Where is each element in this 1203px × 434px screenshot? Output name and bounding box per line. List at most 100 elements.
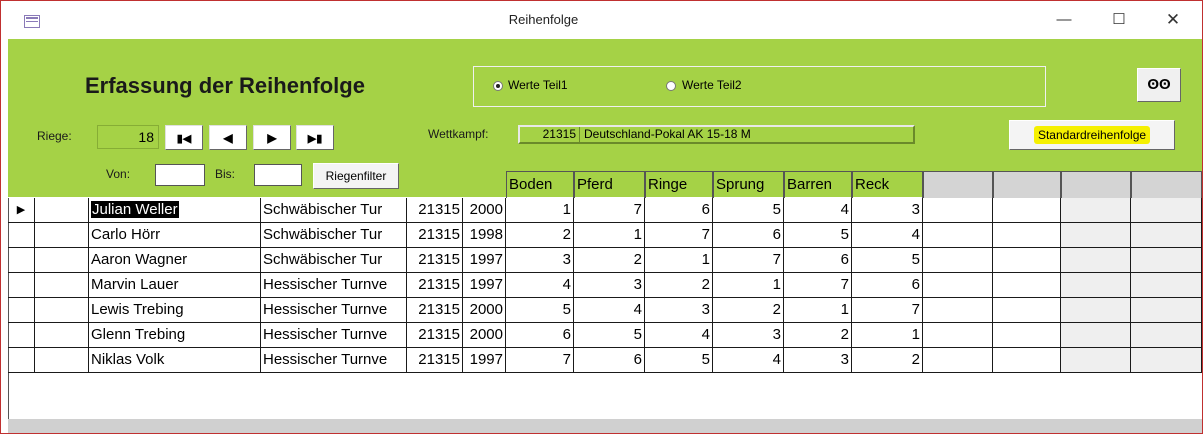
table-row[interactable]: Niklas Volk Hessischer Turnve 21315 1997 7 6 5… (8, 348, 1202, 373)
table-cell[interactable] (1131, 223, 1202, 248)
table-cell[interactable] (1061, 223, 1131, 248)
cell-wettkampf[interactable]: 21315 (407, 348, 463, 373)
table-cell[interactable] (1061, 323, 1131, 348)
radio-werte-teil1[interactable] (493, 81, 503, 91)
table-cell[interactable] (923, 298, 993, 323)
table-cell[interactable] (923, 348, 993, 373)
table-cell[interactable] (1131, 248, 1202, 273)
cell-name[interactable]: Niklas Volk (89, 348, 261, 373)
table-cell[interactable] (35, 273, 89, 298)
cell-sprung[interactable]: 1 (713, 273, 784, 298)
record-selector[interactable] (8, 248, 35, 273)
cell-boden[interactable]: 3 (506, 248, 574, 273)
cell-name[interactable]: Marvin Lauer (89, 273, 261, 298)
cell-year[interactable]: 2000 (463, 323, 506, 348)
cell-year[interactable]: 1997 (463, 273, 506, 298)
search-button[interactable]: ʘʘ (1137, 68, 1181, 102)
cell-barren[interactable]: 6 (784, 248, 852, 273)
cell-ringe[interactable]: 2 (645, 273, 713, 298)
table-cell[interactable] (1061, 348, 1131, 373)
cell-name[interactable]: Lewis Trebing (89, 298, 261, 323)
cell-pferd[interactable]: 6 (574, 348, 645, 373)
cell-pferd[interactable]: 2 (574, 248, 645, 273)
table-cell[interactable] (1131, 348, 1202, 373)
cell-club[interactable]: Hessischer Turnve (261, 273, 407, 298)
previous-record-button[interactable]: ◀ (209, 125, 247, 150)
cell-reck[interactable]: 4 (852, 223, 923, 248)
cell-sprung[interactable]: 2 (713, 298, 784, 323)
standardreihenfolge-button[interactable]: Standardreihenfolge (1009, 120, 1175, 150)
cell-sprung[interactable]: 7 (713, 248, 784, 273)
table-cell[interactable] (1061, 198, 1131, 223)
minimize-button[interactable]: — (1044, 9, 1084, 31)
table-cell[interactable] (923, 273, 993, 298)
table-row[interactable]: Carlo Hörr Schwäbischer Tur 21315 1998 2 1 7 6 5… (8, 223, 1202, 248)
cell-ringe[interactable]: 7 (645, 223, 713, 248)
table-cell[interactable] (923, 223, 993, 248)
riegenfilter-button[interactable]: Riegenfilter (313, 163, 399, 189)
cell-ringe[interactable]: 6 (645, 198, 713, 223)
cell-wettkampf[interactable]: 21315 (407, 298, 463, 323)
table-cell[interactable] (993, 348, 1061, 373)
cell-pferd[interactable]: 3 (574, 273, 645, 298)
cell-sprung[interactable]: 6 (713, 223, 784, 248)
cell-year[interactable]: 1997 (463, 348, 506, 373)
cell-pferd[interactable]: 4 (574, 298, 645, 323)
record-selector[interactable] (8, 348, 35, 373)
table-cell[interactable] (1061, 248, 1131, 273)
cell-sprung[interactable]: 4 (713, 348, 784, 373)
cell-barren[interactable]: 2 (784, 323, 852, 348)
cell-club[interactable]: Schwäbischer Tur (261, 248, 407, 273)
cell-reck[interactable]: 6 (852, 273, 923, 298)
table-cell[interactable] (35, 248, 89, 273)
cell-name[interactable]: Carlo Hörr (89, 223, 261, 248)
cell-club[interactable]: Hessischer Turnve (261, 298, 407, 323)
von-input[interactable] (155, 164, 205, 186)
column-header-ringe[interactable]: Ringe (645, 171, 713, 198)
cell-club[interactable]: Hessischer Turnve (261, 323, 407, 348)
table-row[interactable]: Marvin Lauer Hessischer Turnve 21315 1997 4 3… (8, 273, 1202, 298)
table-row[interactable]: Aaron Wagner Schwäbischer Tur 21315 1997 3 2 1… (8, 248, 1202, 273)
cell-club[interactable]: Schwäbischer Tur (261, 198, 407, 223)
table-cell[interactable] (35, 298, 89, 323)
record-selector[interactable] (8, 223, 35, 248)
column-header-reck[interactable]: Reck (852, 171, 923, 198)
cell-ringe[interactable]: 4 (645, 323, 713, 348)
cell-year[interactable]: 1998 (463, 223, 506, 248)
bis-input[interactable] (254, 164, 302, 186)
record-selector[interactable]: ▶ (8, 198, 35, 223)
cell-boden[interactable]: 4 (506, 273, 574, 298)
cell-barren[interactable]: 7 (784, 273, 852, 298)
table-cell[interactable] (993, 223, 1061, 248)
cell-pferd[interactable]: 1 (574, 223, 645, 248)
table-cell[interactable] (923, 248, 993, 273)
column-header-boden[interactable]: Boden (506, 171, 574, 198)
table-cell[interactable] (923, 323, 993, 348)
wettkampf-field[interactable]: 21315 Deutschland-Pokal AK 15-18 M (518, 125, 915, 144)
cell-pferd[interactable]: 5 (574, 323, 645, 348)
last-record-button[interactable]: ▶▮ (296, 125, 334, 150)
column-header-sprung[interactable]: Sprung (713, 171, 784, 198)
table-cell[interactable] (1131, 298, 1202, 323)
column-header-barren[interactable]: Barren (784, 171, 852, 198)
first-record-button[interactable]: ▮◀ (165, 125, 203, 150)
table-cell[interactable] (993, 298, 1061, 323)
record-selector[interactable] (8, 273, 35, 298)
record-selector[interactable] (8, 323, 35, 348)
table-row[interactable]: Lewis Trebing Hessischer Turnve 21315 2000 5… (8, 298, 1202, 323)
cell-ringe[interactable]: 5 (645, 348, 713, 373)
table-cell[interactable] (923, 198, 993, 223)
table-cell[interactable] (35, 323, 89, 348)
cell-reck[interactable]: 3 (852, 198, 923, 223)
close-button[interactable]: ✕ (1153, 9, 1193, 31)
cell-sprung[interactable]: 5 (713, 198, 784, 223)
table-cell[interactable] (35, 348, 89, 373)
column-header-pferd[interactable]: Pferd (574, 171, 645, 198)
cell-year[interactable]: 2000 (463, 198, 506, 223)
table-cell[interactable] (993, 273, 1061, 298)
cell-barren[interactable]: 1 (784, 298, 852, 323)
cell-boden[interactable]: 6 (506, 323, 574, 348)
cell-wettkampf[interactable]: 21315 (407, 223, 463, 248)
table-cell[interactable] (1061, 298, 1131, 323)
cell-name[interactable]: Glenn Trebing (89, 323, 261, 348)
